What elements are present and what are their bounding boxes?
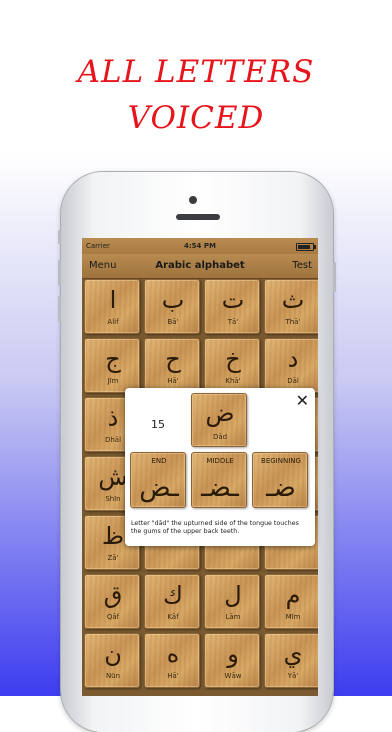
letter-name: Hā' <box>167 672 179 680</box>
status-time: 4:54 PM <box>184 242 216 250</box>
letter-name: Hā' <box>167 377 179 385</box>
form-glyph: ـض <box>139 473 179 503</box>
letter-glyph: ت <box>221 286 245 314</box>
letter-tile[interactable]: ه Hā' <box>144 633 200 688</box>
status-bar: Carrier 4:54 PM <box>82 238 318 254</box>
navigation-bar: Menu Arabic alphabet Test <box>82 254 318 279</box>
letter-name: Alif <box>107 318 119 326</box>
letter-glyph: و <box>227 640 239 668</box>
battery-icon <box>296 243 316 251</box>
letter-glyph: ك <box>163 581 183 609</box>
letter-tile[interactable]: ت Tā' <box>204 279 260 334</box>
letter-name: Zā' <box>107 554 119 562</box>
form-end-tile[interactable]: END ـض <box>130 452 186 508</box>
letter-tile[interactable]: ج Jīm <box>84 338 140 393</box>
letter-glyph: ا <box>109 286 117 314</box>
letter-tile[interactable]: و Wāw <box>204 633 260 688</box>
letter-tile[interactable]: خ Khā' <box>204 338 260 393</box>
letter-name: Mīm <box>285 613 301 621</box>
letter-name: Thā' <box>285 318 301 326</box>
letter-glyph: ه <box>166 640 180 668</box>
letter-name: Lām <box>225 613 241 621</box>
letter-tile[interactable]: ا Alif <box>84 279 140 334</box>
volume-up-button <box>58 260 61 286</box>
letter-tile[interactable]: ك Kāf <box>144 574 200 629</box>
letter-name: Dād <box>212 433 228 441</box>
letter-name: Bā' <box>167 318 179 326</box>
letter-tile[interactable]: ي Yā' <box>264 633 318 688</box>
letter-glyph: ق <box>103 581 123 609</box>
form-middle-tile[interactable]: MIDDLE ـضـ <box>191 452 247 508</box>
promo-headline-line1: ALL LETTERS <box>77 54 315 90</box>
mute-switch <box>58 230 61 244</box>
letter-glyph: ن <box>104 640 122 668</box>
letter-tile-large[interactable]: ض Dād <box>191 393 247 447</box>
form-label: MIDDLE <box>206 457 234 465</box>
letter-tile[interactable]: م Mīm <box>264 574 318 629</box>
close-icon[interactable]: ✕ <box>296 392 309 410</box>
letter-glyph: ض <box>205 399 235 427</box>
letter-name: Tā' <box>227 318 239 326</box>
letter-glyph: ب <box>161 286 185 314</box>
letter-name: Khā' <box>225 377 241 385</box>
volume-down-button <box>58 296 61 322</box>
pronunciation-description: Letter "dād" the upturned side of the to… <box>131 520 299 535</box>
letter-glyph: د <box>287 345 299 373</box>
letter-name: Wāw <box>224 672 242 680</box>
form-label: BEGINNING <box>261 457 301 465</box>
letter-glyph: م <box>285 581 301 609</box>
form-beginning-tile[interactable]: BEGINNING ضـ <box>252 452 308 508</box>
letter-tile[interactable]: ب Bā' <box>144 279 200 334</box>
letter-name: Kāf <box>167 613 179 621</box>
letter-name: Jīm <box>107 377 119 385</box>
letter-tile[interactable]: د Dāl <box>264 338 318 393</box>
form-glyph: ـضـ <box>201 473 239 503</box>
letter-tile[interactable]: ن Nūn <box>84 633 140 688</box>
promo-headline-line2: VOICED <box>127 100 265 136</box>
letter-tile[interactable]: ل Lām <box>204 574 260 629</box>
form-glyph: ضـ <box>266 473 296 503</box>
letter-name: Qāf <box>106 613 120 621</box>
letter-tile[interactable]: ق Qāf <box>84 574 140 629</box>
letter-name: Dāl <box>287 377 299 385</box>
form-label: END <box>151 457 167 465</box>
letter-glyph: ج <box>105 345 121 373</box>
page-title: Arabic alphabet <box>155 260 245 271</box>
letter-tile[interactable]: ح Hā' <box>144 338 200 393</box>
letter-number: 15 <box>151 418 165 431</box>
front-camera <box>189 196 197 204</box>
letter-glyph: خ <box>225 345 241 373</box>
test-button[interactable]: Test <box>292 260 312 271</box>
letter-glyph: ث <box>281 286 305 314</box>
earpiece-speaker <box>176 214 220 220</box>
letter-name: Nūn <box>105 672 121 680</box>
letter-glyph: ح <box>165 345 181 373</box>
letter-name: Yā' <box>287 672 299 680</box>
power-button <box>333 262 336 292</box>
letter-detail-popup: ✕ 15 ض Dād END ـض MIDDLE ـضـ BEGINNING ض… <box>125 388 315 546</box>
letter-glyph: ل <box>224 581 242 609</box>
letter-glyph: ي <box>283 640 303 668</box>
letter-tile[interactable]: ث Thā' <box>264 279 318 334</box>
